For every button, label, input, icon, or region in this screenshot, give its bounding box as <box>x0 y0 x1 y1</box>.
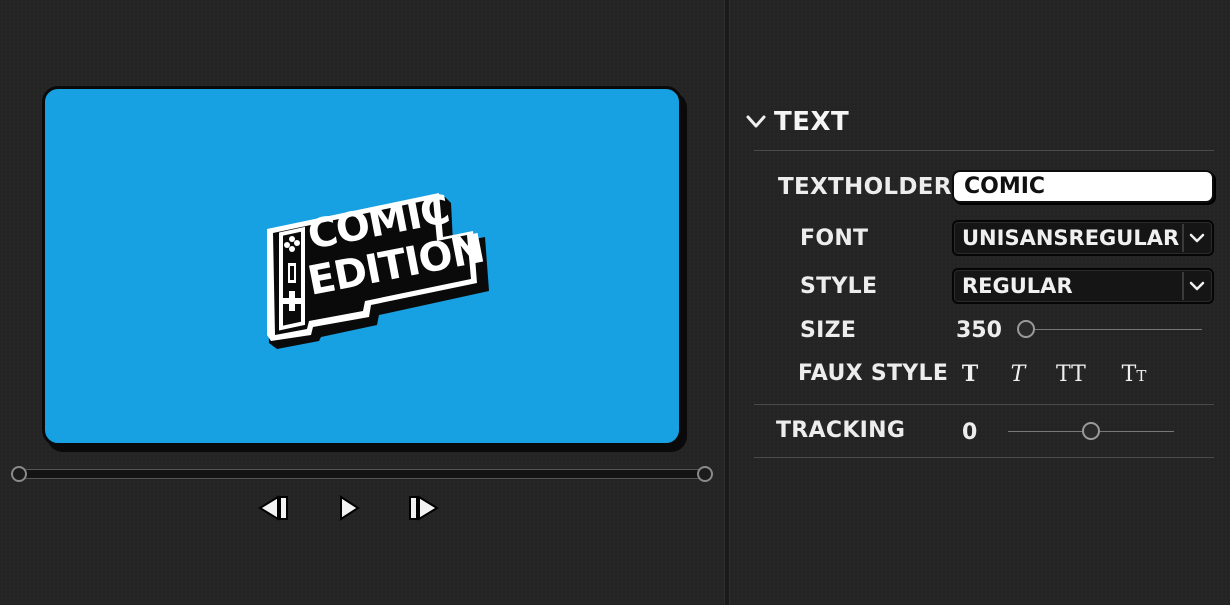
comic-edition-logo: COMIC EDITION <box>267 191 489 349</box>
tracking-slider-thumb[interactable] <box>1082 422 1100 440</box>
faux-small-caps-button[interactable]: Tт <box>1120 360 1148 388</box>
tracking-label: TRACKING <box>776 418 906 443</box>
style-label: STYLE <box>800 274 878 299</box>
preview-pane: COMIC EDITION <box>0 0 724 605</box>
play-icon <box>340 495 360 521</box>
timeline-start-handle[interactable] <box>11 466 27 482</box>
size-label: SIZE <box>800 318 857 343</box>
preview-canvas: COMIC EDITION <box>42 86 682 446</box>
font-select[interactable]: UNISANSREGULAR <box>952 220 1214 256</box>
textholder-label: TEXTHOLDER <box>778 174 952 200</box>
step-forward-button[interactable] <box>404 492 444 524</box>
font-select-value: UNISANSREGULAR <box>962 226 1180 250</box>
chevron-down-icon <box>1189 281 1205 291</box>
size-value: 350 <box>956 318 1002 343</box>
style-select-value: REGULAR <box>962 274 1073 298</box>
step-back-icon <box>258 495 288 521</box>
font-select-arrow[interactable] <box>1182 224 1210 252</box>
play-button[interactable] <box>332 492 364 524</box>
style-select[interactable]: REGULAR <box>952 268 1214 304</box>
chevron-down-icon <box>746 115 766 128</box>
size-slider[interactable] <box>1018 329 1202 330</box>
faux-all-caps-button[interactable]: TT <box>1056 360 1086 388</box>
properties-panel: TEXT TEXTHOLDER FONT UNISANSREGULAR STYL… <box>730 0 1230 605</box>
step-forward-icon <box>409 495 439 521</box>
tracking-divider-bottom <box>754 457 1214 458</box>
faux-bold-button[interactable]: T <box>956 360 984 388</box>
tracking-value: 0 <box>962 420 978 445</box>
text-section-header[interactable]: TEXT <box>746 104 849 140</box>
timeline-end-handle[interactable] <box>697 466 713 482</box>
faux-italic-button[interactable]: T <box>1004 360 1032 388</box>
step-back-button[interactable] <box>254 492 294 524</box>
app-root: COMIC EDITION TEXT TEXTHOLDER COMIC FONT… <box>0 0 1230 605</box>
section-title: TEXT <box>774 107 850 137</box>
timeline-scrubber[interactable] <box>19 469 705 479</box>
style-select-arrow[interactable] <box>1182 272 1210 300</box>
chevron-down-icon <box>1189 233 1205 243</box>
section-divider <box>754 150 1214 151</box>
size-slider-thumb[interactable] <box>1017 320 1035 338</box>
textholder-input[interactable] <box>952 170 1214 203</box>
faux-style-label: FAUX STYLE <box>798 361 949 386</box>
font-label: FONT <box>800 226 869 251</box>
tracking-divider-top <box>754 404 1214 405</box>
